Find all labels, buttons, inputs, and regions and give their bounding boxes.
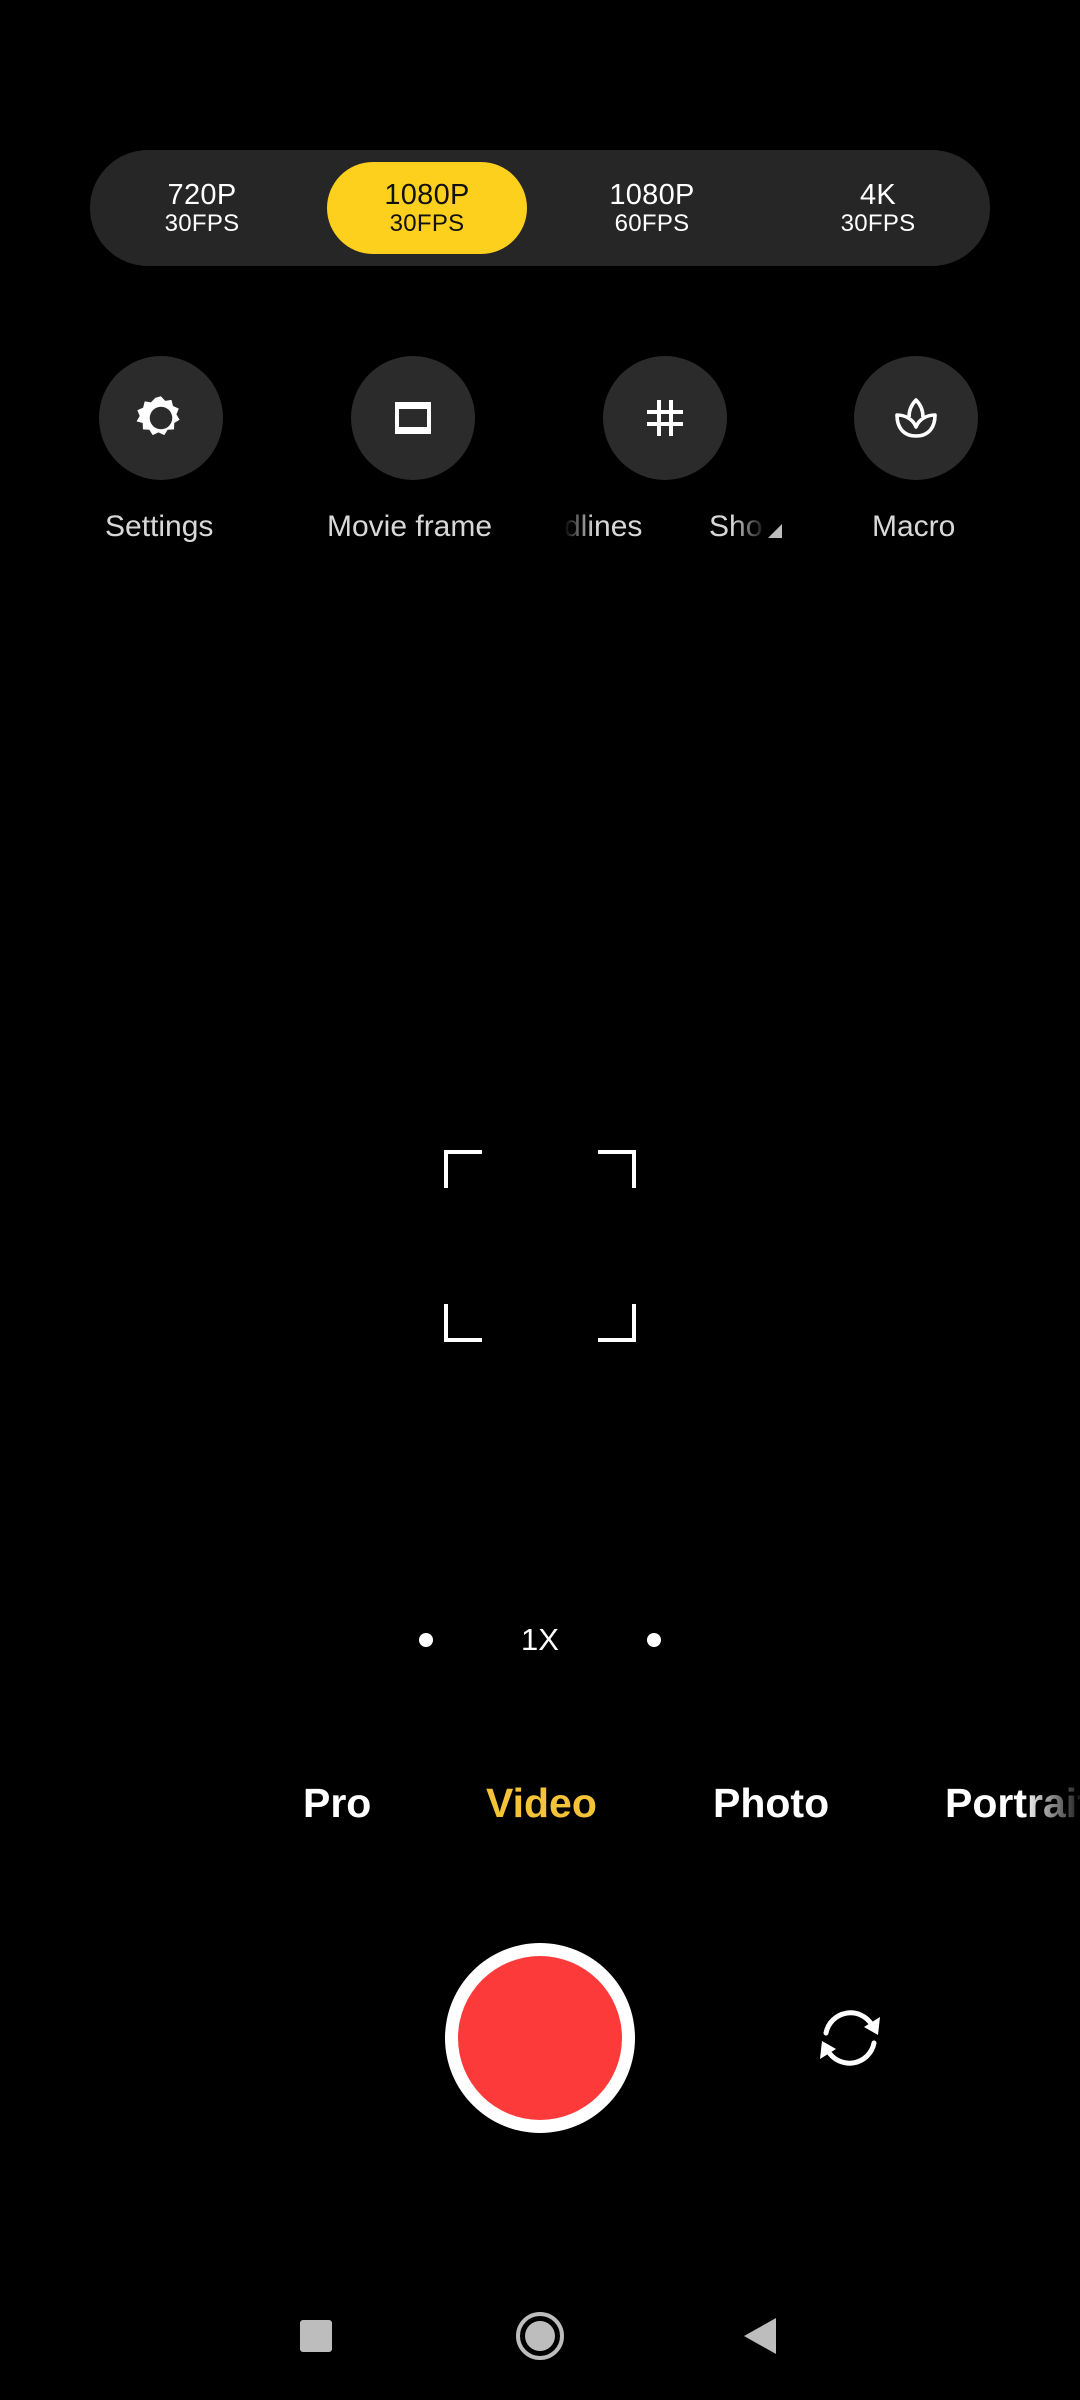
fps-label: 30FPS (164, 209, 240, 237)
res-label: 1080P (384, 179, 470, 212)
dropdown-triangle-icon (768, 524, 782, 538)
res-option-4k-30fps[interactable]: 4K 30FPS (778, 162, 978, 254)
focus-frame (444, 1150, 636, 1342)
gridlines-button[interactable] (603, 356, 727, 480)
res-label: 720P (167, 179, 237, 212)
settings-button[interactable] (99, 356, 223, 480)
back-triangle-icon[interactable] (742, 2316, 778, 2356)
fps-label: 30FPS (389, 209, 465, 237)
mode-pro[interactable]: Pro (303, 1780, 371, 1827)
mode-video[interactable]: Video (486, 1780, 597, 1827)
gear-icon (136, 396, 180, 436)
macro-flower-icon (895, 398, 937, 438)
zoom-dot-right[interactable] (647, 1633, 661, 1647)
switch-camera-icon[interactable] (812, 2005, 888, 2071)
mode-portrait[interactable]: Portrait (945, 1780, 1080, 1827)
resolution-selector: 720P 30FPS 1080P 30FPS 1080P 60FPS 4K 30… (90, 150, 990, 266)
record-button-inner (458, 1956, 622, 2120)
res-label: 1080P (609, 179, 695, 212)
settings-label: Settings (105, 510, 214, 543)
grid-icon (647, 400, 683, 436)
short-video-label[interactable]: Sho (709, 510, 767, 544)
movie-frame-icon (395, 402, 431, 434)
macro-button[interactable] (854, 356, 978, 480)
movie-frame-label: Movie frame (327, 510, 493, 543)
focus-corner (598, 1150, 636, 1188)
res-label: 4K (859, 179, 897, 212)
record-button[interactable] (445, 1943, 635, 2133)
focus-corner (598, 1304, 636, 1342)
focus-corner (444, 1304, 482, 1342)
res-option-720p-30fps[interactable]: 720P 30FPS (102, 162, 302, 254)
zoom-dot-left[interactable] (419, 1633, 433, 1647)
zoom-level-button[interactable]: 1X (500, 1610, 580, 1670)
fps-label: 60FPS (614, 209, 690, 237)
fps-label: 30FPS (840, 209, 916, 237)
home-circle-icon[interactable] (514, 2310, 566, 2362)
recents-square-icon[interactable] (300, 2320, 332, 2352)
res-option-1080p-60fps[interactable]: 1080P 60FPS (552, 162, 752, 254)
movie-frame-button[interactable] (351, 356, 475, 480)
focus-corner (444, 1150, 482, 1188)
gridlines-label: dlines (564, 510, 643, 543)
mode-photo[interactable]: Photo (713, 1780, 829, 1827)
res-option-1080p-30fps[interactable]: 1080P 30FPS (327, 162, 527, 254)
macro-label: Macro (872, 510, 956, 543)
